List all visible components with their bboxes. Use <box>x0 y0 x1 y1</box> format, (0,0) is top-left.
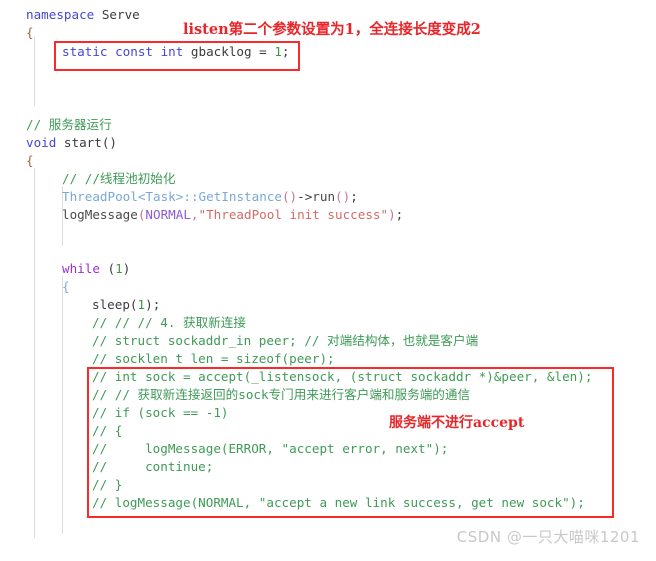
token-comment-sock-purpose: // // 获取新连接返回的sock专门用来进行客户端和服务端的通信 <box>92 387 471 402</box>
token-paren-open-while: ( <box>99 261 116 276</box>
token-number-while-cond: 1 <box>115 261 123 276</box>
code-line-3[interactable]: static const int gbacklog = 1; <box>0 42 656 62</box>
token-comment-if-sock-neg1: // if (sock == -1) <box>92 405 229 420</box>
token-brace-open-namespace: { <box>26 25 34 40</box>
token-keyword-void: void <box>26 135 57 150</box>
token-arrow-operator: -> <box>297 189 313 204</box>
token-semicolon-10: ; <box>350 189 358 204</box>
token-paren-close-11: ) <box>388 207 396 222</box>
code-line-18[interactable]: // socklen t len = sizeof(peer); <box>0 350 656 368</box>
token-brace-open-while: { <box>62 279 70 294</box>
code-line-19[interactable]: // int sock = accept(_listensock, (struc… <box>0 368 656 386</box>
token-semicolon-3: ; <box>281 44 290 59</box>
token-comment-brace-close: // } <box>92 477 123 492</box>
csdn-watermark: CSDN @一只大喵咪1201 <box>456 528 640 546</box>
token-paren-close-while: ) <box>122 261 131 276</box>
code-line-11[interactable]: logMessage(NORMAL,"ThreadPool init succe… <box>0 206 656 224</box>
token-comment-logmessage-error: // logMessage(ERROR, "accept error, next… <box>92 441 449 456</box>
code-line-23[interactable]: // logMessage(ERROR, "accept error, next… <box>0 440 656 458</box>
token-comment-threadpool-init: // //线程池初始化 <box>62 171 176 186</box>
token-constant-normal-11: NORMAL <box>145 207 191 222</box>
token-number-one: 1 <box>274 44 282 59</box>
code-line-22[interactable]: // { <box>0 422 656 440</box>
token-paren-open-sleep: ( <box>129 297 138 312</box>
code-editor[interactable]: namespace Serve { static const int gback… <box>0 0 656 561</box>
token-comment-logmessage-normal: // logMessage(NORMAL, "accept a new link… <box>92 495 585 510</box>
token-comment-server-run: // 服务器运行 <box>26 117 112 132</box>
token-comment-socklen: // socklen t len = sizeof(peer); <box>92 351 335 366</box>
code-lines[interactable]: namespace Serve { static const int gback… <box>0 6 656 512</box>
code-line-16[interactable]: // // // 4. 获取新连接 <box>0 314 656 332</box>
token-parens-run: () <box>335 189 351 204</box>
token-comma-11: , <box>190 207 199 222</box>
token-function-start: start() <box>56 135 118 150</box>
token-method-getinstance: GetInstance <box>198 189 282 204</box>
token-semicolon-15: ; <box>152 297 161 312</box>
code-line-25[interactable]: // } <box>0 476 656 494</box>
code-line-10[interactable]: ThreadPool<Task>::GetInstance()->run(); <box>0 188 656 206</box>
token-comment-continue: // continue; <box>92 459 214 474</box>
code-line-21[interactable]: // if (sock == -1) <box>0 404 656 422</box>
token-comment-brace-open: // { <box>92 423 123 438</box>
code-line-24[interactable]: // continue; <box>0 458 656 476</box>
code-line-5-blank[interactable] <box>0 80 656 98</box>
token-comment-accept-call: // int sock = accept(_listensock, (struc… <box>92 369 593 384</box>
token-paren-close-sleep: ) <box>145 297 153 312</box>
token-method-run: run <box>312 189 336 204</box>
token-keyword-static-const-int: static const int <box>62 44 184 59</box>
code-line-6[interactable]: // 服务器运行 <box>0 116 656 134</box>
annotation-listen-note: listen第二个参数设置为1，全连接长度变成2 <box>183 21 481 38</box>
token-identifier-gbacklog: gbacklog = <box>183 44 275 59</box>
token-brace-open-start: { <box>26 153 34 168</box>
token-keyword-namespace: namespace <box>26 7 95 22</box>
token-type-task: Task <box>145 189 176 204</box>
code-line-20[interactable]: // // 获取新连接返回的sock专门用来进行客户端和服务端的通信 <box>0 386 656 404</box>
token-string-threadpool-init-success: "ThreadPool init success" <box>198 207 389 222</box>
code-line-4-blank[interactable] <box>0 62 656 80</box>
code-line-26[interactable]: // logMessage(NORMAL, "accept a new link… <box>0 494 656 512</box>
token-comment-sockaddr-peer: // struct sockaddr_in peer; // 对端结构体，也就是… <box>92 333 479 348</box>
code-line-12-blank[interactable] <box>0 224 656 242</box>
token-keyword-while: while <box>62 261 100 276</box>
token-parens-getinstance: () <box>281 189 298 204</box>
token-namespace-name: Serve <box>94 7 140 22</box>
token-comment-get-new-connection: // // // 4. 获取新连接 <box>92 315 246 330</box>
code-line-15[interactable]: sleep(1); <box>0 296 656 314</box>
token-type-threadpool: ThreadPool <box>62 189 138 204</box>
code-line-7[interactable]: void start() <box>0 134 656 152</box>
token-semicolon-11: ; <box>395 207 404 222</box>
code-line-13[interactable]: while (1) <box>0 260 656 278</box>
code-line-12b-blank[interactable] <box>0 242 656 260</box>
code-line-14[interactable]: { <box>0 278 656 296</box>
token-number-sleep-arg: 1 <box>137 297 146 312</box>
token-function-sleep: sleep <box>92 297 130 312</box>
annotation-accept-note: 服务端不进行accept <box>389 415 525 431</box>
code-line-9[interactable]: // //线程池初始化 <box>0 170 656 188</box>
code-line-17[interactable]: // struct sockaddr_in peer; // 对端结构体，也就是… <box>0 332 656 350</box>
code-line-5b-blank[interactable] <box>0 98 656 116</box>
token-function-logmessage-11: logMessage <box>62 207 138 222</box>
token-scope-resolution: :: <box>183 189 199 204</box>
code-line-8[interactable]: { <box>0 152 656 170</box>
